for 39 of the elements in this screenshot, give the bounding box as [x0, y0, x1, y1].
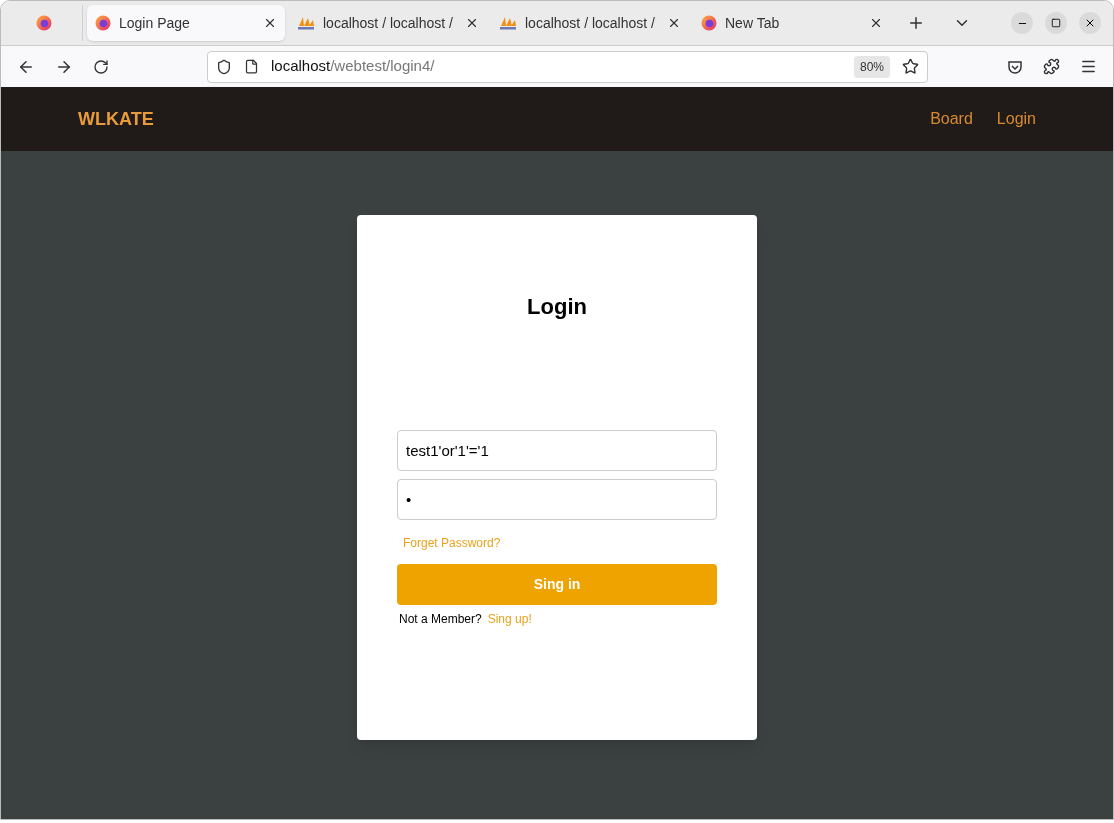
browser-logo-icon: [701, 15, 717, 31]
sail-logo-icon: [297, 16, 315, 30]
username-field[interactable]: test1'or'1'='1: [397, 430, 717, 471]
tab-title: Login Page: [119, 13, 191, 33]
brand-logo[interactable]: WLKATE: [78, 105, 154, 133]
reload-icon[interactable]: [93, 58, 109, 75]
zoom-level[interactable]: 80%: [853, 55, 890, 78]
url-text: localhost/webtest/login4/: [271, 56, 436, 77]
nav-link[interactable]: Login: [996, 107, 1036, 131]
nav-link[interactable]: Board: [930, 107, 973, 131]
browser-logo-icon: [35, 15, 52, 31]
address-bar[interactable]: localhost/webtest/login4/ 80%: [207, 50, 928, 83]
star-icon[interactable]: [902, 58, 919, 75]
close-icon[interactable]: [263, 16, 277, 30]
maximize-icon: [1051, 18, 1061, 28]
sail-logo-icon: [499, 16, 517, 30]
tab-title: New Tab: [725, 13, 781, 33]
browser-tab[interactable]: Login Page: [87, 5, 285, 41]
browser-tab[interactable]: localhost / localhost /: [289, 5, 487, 41]
browser-tab[interactable]: localhost / localhost /: [491, 5, 689, 41]
login-title: Login: [527, 293, 587, 321]
close-button[interactable]: [1079, 12, 1101, 34]
close-icon[interactable]: [465, 16, 479, 30]
tab-title: localhost / localhost /: [323, 13, 454, 33]
close-icon: [1084, 17, 1096, 29]
new-tab-icon[interactable]: [907, 14, 925, 32]
page-icon: [244, 59, 259, 74]
close-icon[interactable]: [667, 16, 681, 30]
pocket-icon[interactable]: [1007, 58, 1023, 75]
extensions-icon[interactable]: [1043, 58, 1060, 75]
browser-tab[interactable]: New Tab: [693, 5, 891, 41]
tab-title: localhost / localhost /: [525, 13, 656, 33]
close-icon[interactable]: [869, 16, 883, 30]
browser-logo-icon: [95, 15, 111, 31]
shield-icon: [216, 58, 232, 75]
signup-prompt: Not a Member?: [399, 611, 482, 628]
password-field[interactable]: •: [397, 479, 717, 520]
maximize-button[interactable]: [1045, 12, 1067, 34]
menu-icon[interactable]: [1080, 58, 1097, 75]
